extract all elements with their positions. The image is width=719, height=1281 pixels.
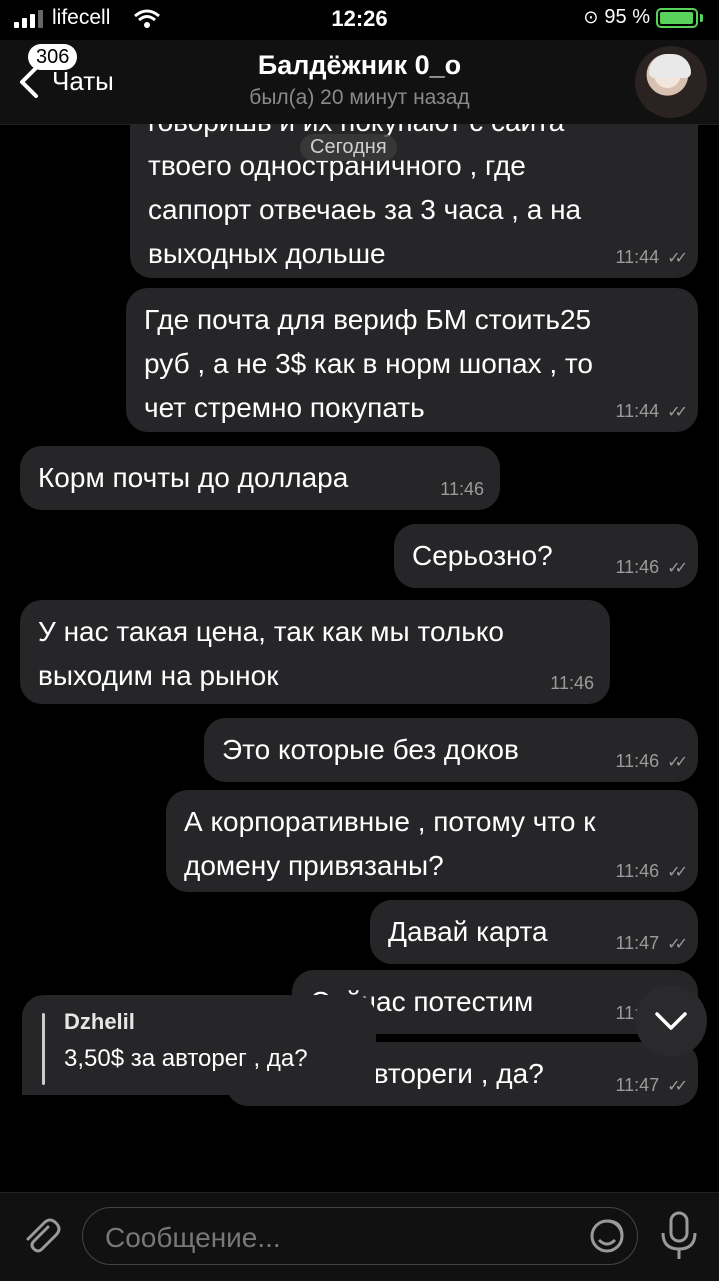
lock-rotation-icon: ⊙	[583, 7, 599, 27]
scroll-down-button[interactable]	[635, 985, 707, 1057]
sticker-icon[interactable]	[589, 1218, 625, 1254]
double-check-icon: ✓✓	[667, 863, 688, 881]
message-time: 11:46	[550, 673, 594, 693]
message-bubble[interactable]: У нас такая цена, так как мы только выхо…	[20, 600, 610, 704]
message-time: 11:44	[615, 401, 660, 421]
date-separator: Сегодня	[300, 134, 397, 161]
message-input-placeholder: Сообщение...	[105, 1222, 281, 1253]
chat-header: 306 Чаты Балдёжник 0_о был(а) 20 минут н…	[0, 40, 719, 125]
double-check-icon: ✓✓	[667, 935, 688, 953]
message-bubble[interactable]: Корм почты до доллара 11:46	[20, 446, 500, 510]
microphone-icon[interactable]	[659, 1211, 699, 1261]
message-bubble[interactable]: Давай карта 11:47 ✓✓	[370, 900, 698, 964]
message-bubble[interactable]: Это которые без доков 11:46 ✓✓	[204, 718, 698, 782]
chevron-down-icon	[655, 1012, 687, 1030]
message-time: 11:47	[615, 1075, 660, 1095]
message-text: У нас такая цена, так как мы только выхо…	[38, 616, 504, 691]
message-time: 11:46	[615, 751, 660, 771]
reply-preview[interactable]: Dzhelil 3,50$ за авторег , да?	[22, 995, 376, 1095]
message-text: А корпоративные , потому что к домену пр…	[184, 806, 596, 881]
message-text: Где почта для вериф БМ стоить25 руб , а …	[144, 304, 593, 423]
paperclip-icon[interactable]	[18, 1213, 62, 1257]
battery-percent: 95 %	[604, 6, 650, 28]
message-input[interactable]: Сообщение...	[82, 1207, 638, 1265]
message-text: Это которые без доков	[222, 734, 519, 765]
double-check-icon: ✓✓	[667, 753, 688, 771]
reply-quote: 3,50$ за авторег , да?	[64, 1045, 308, 1072]
avatar[interactable]	[635, 46, 707, 118]
double-check-icon: ✓✓	[667, 559, 688, 577]
double-check-icon: ✓✓	[667, 1077, 688, 1095]
message-time: 11:47	[615, 933, 660, 953]
message-time: 11:46	[615, 557, 660, 577]
double-check-icon: ✓✓	[667, 403, 688, 421]
message-bubble[interactable]: Серьозно? 11:46 ✓✓	[394, 524, 698, 588]
message-text: говоришь и их покупают с сайта твоего од…	[148, 124, 582, 269]
message-bubble[interactable]: Где почта для вериф БМ стоить25 руб , а …	[126, 288, 698, 432]
double-check-icon: ✓✓	[667, 249, 688, 267]
message-text: Корм почты до доллара	[38, 462, 349, 493]
composer-bar: Сообщение...	[0, 1192, 719, 1281]
message-time: 11:46	[615, 861, 660, 881]
battery-area: ⊙ 95 %	[583, 6, 703, 29]
message-bubble[interactable]: говоришь и их покупают с сайта твоего од…	[130, 124, 698, 278]
chat-title[interactable]: Балдёжник 0_о	[0, 50, 719, 81]
status-bar: lifecell 12:26 ⊙ 95 %	[0, 0, 719, 40]
message-time: 11:44	[615, 247, 660, 267]
reply-bar	[42, 1013, 45, 1085]
reply-author: Dzhelil	[64, 1009, 135, 1034]
message-time: 11:46	[440, 479, 484, 499]
last-seen-status: был(а) 20 минут назад	[249, 86, 470, 109]
battery-icon	[656, 7, 698, 28]
message-bubble[interactable]: А корпоративные , потому что к домену пр…	[166, 790, 698, 892]
